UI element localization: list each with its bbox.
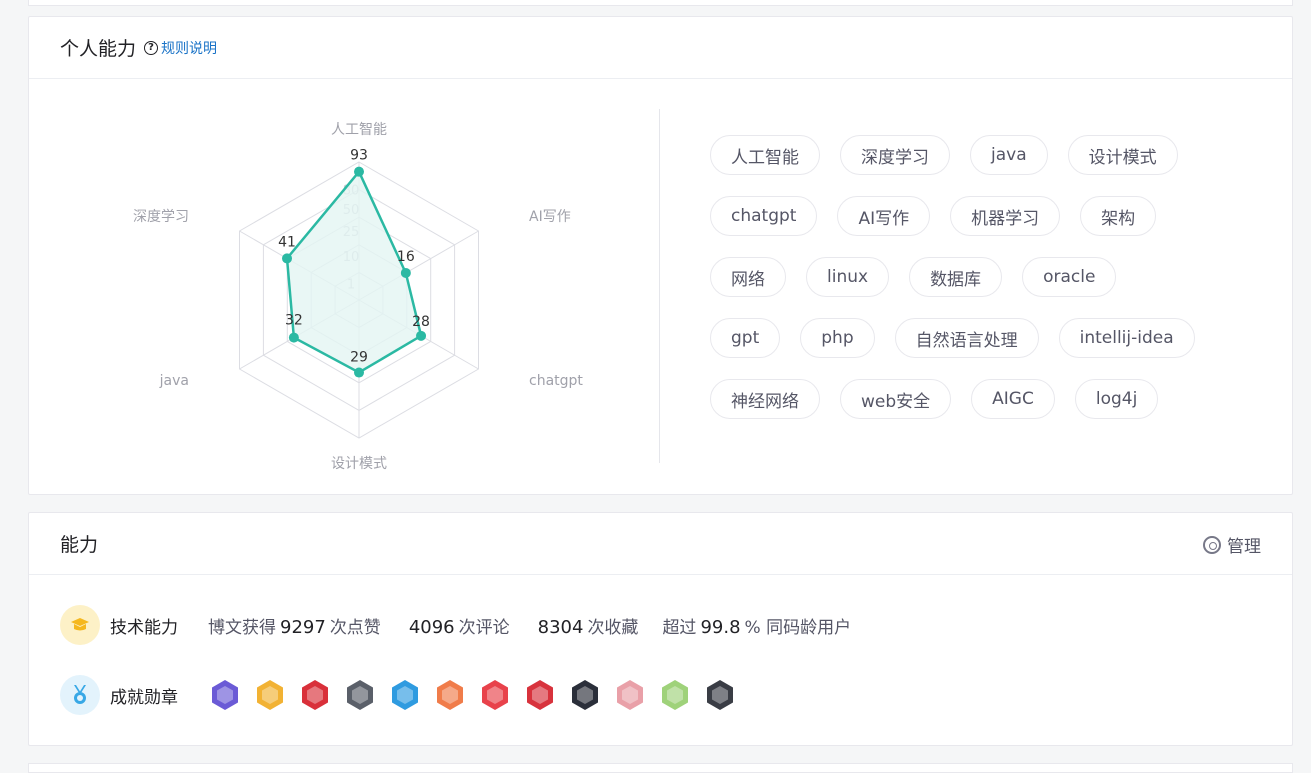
- dark-badge-icon[interactable]: [703, 678, 737, 712]
- radar-axis-label: 人工智能: [331, 122, 387, 138]
- skill-tag[interactable]: 机器学习: [950, 196, 1061, 236]
- likes-suffix: 次点赞: [329, 617, 381, 638]
- ability-title: 能力: [60, 534, 99, 556]
- exceed-percent: 99.8: [700, 616, 741, 638]
- tech-ability-label: 技术能力: [110, 617, 178, 638]
- radar-value-label: 32: [285, 313, 303, 329]
- personal-ability-title: 个人能力: [60, 38, 137, 60]
- radar-axis-label: chatgpt: [529, 373, 583, 389]
- skill-tag[interactable]: 网络: [710, 257, 786, 297]
- rules-link-label: 规则说明: [161, 40, 218, 57]
- blog-star-badge-icon[interactable]: [208, 678, 242, 712]
- graduation-cap-icon: [60, 605, 100, 645]
- pen-badge-icon[interactable]: [523, 678, 557, 712]
- radar-chart: 110255080931628293241人工智能AI写作chatgpt设计模式…: [29, 95, 659, 485]
- likes-stat: 博文获得 9297 次点赞: [208, 613, 381, 638]
- favorites-count: 8304: [537, 616, 584, 638]
- radar-axis-label: java: [159, 373, 189, 389]
- radar-axis-label: 设计模式: [331, 456, 387, 472]
- vertical-divider: [659, 109, 660, 463]
- 1024-red-badge-icon[interactable]: [298, 678, 332, 712]
- favorites-stat: 8304 次收藏: [534, 613, 639, 638]
- skill-tag[interactable]: web安全: [840, 379, 952, 419]
- ability-card: 能力 管理 技术能力 博文获得 9297 次点赞 4096 次评论 8304 次…: [28, 512, 1293, 746]
- skill-tag[interactable]: 数据库: [909, 257, 1003, 297]
- 1024-gold-badge-icon[interactable]: [253, 678, 287, 712]
- rules-link[interactable]: ? 规则说明: [144, 38, 217, 58]
- tag-row: 人工智能 深度学习 java 设计模式: [710, 135, 1270, 175]
- radar-data-point[interactable]: [416, 330, 427, 341]
- skill-tag-list: 人工智能 深度学习 java 设计模式 chatgpt AI写作 机器学习 架构网络 linux…: [710, 135, 1270, 440]
- github-badge-icon[interactable]: [343, 678, 377, 712]
- likes-prefix: 博文获得: [208, 617, 276, 638]
- skill-tag[interactable]: chatgpt: [710, 196, 818, 236]
- comments-count: 4096: [408, 616, 455, 638]
- manage-button[interactable]: 管理: [1203, 532, 1261, 557]
- skill-tag[interactable]: gpt: [710, 318, 781, 358]
- skill-tag[interactable]: AI写作: [837, 196, 931, 236]
- radar-value-label: 28: [412, 314, 430, 330]
- astronaut-badge-icon[interactable]: [568, 678, 602, 712]
- mascot-badge-icon[interactable]: [613, 678, 647, 712]
- skill-tag[interactable]: 神经网络: [710, 379, 820, 419]
- skill-tag[interactable]: php: [800, 318, 875, 358]
- skill-tag[interactable]: linux: [806, 257, 890, 297]
- tech-ability-row: 技术能力 博文获得 9297 次点赞 4096 次评论 8304 次收藏 超过 …: [60, 605, 851, 645]
- ability-header: 能力: [29, 513, 1292, 575]
- badge-list: [208, 678, 748, 712]
- tag-row: gpt php 自然语言处理 intellij-idea: [710, 318, 1270, 358]
- radar-data-point[interactable]: [400, 267, 411, 278]
- tag-row: 神经网络 web安全 AIGC log4j: [710, 379, 1270, 419]
- radar-axis-label: 深度学习: [133, 209, 189, 225]
- previous-card-edge: [28, 0, 1293, 6]
- skill-tag[interactable]: java: [970, 135, 1048, 175]
- tag-row: chatgpt AI写作 机器学习 架构: [710, 196, 1270, 236]
- radar-axis-label: AI写作: [529, 209, 571, 225]
- radar-data-point[interactable]: [354, 367, 364, 378]
- html5-badge-icon[interactable]: [658, 678, 692, 712]
- skill-tag[interactable]: intellij-idea: [1058, 318, 1195, 358]
- skill-tag[interactable]: 深度学习: [840, 135, 950, 175]
- exceed-stat: 超过 99.8 % 同码龄用户: [662, 613, 851, 638]
- radar-chart-svg: 110255080931628293241人工智能AI写作chatgpt设计模式…: [133, 122, 583, 472]
- question-circle-icon: ?: [144, 40, 159, 55]
- blue-chat-badge-icon[interactable]: [388, 678, 422, 712]
- achievements-row: 成就勋章: [60, 675, 748, 715]
- medal-icon: [60, 675, 100, 715]
- radar-value-label: 16: [397, 249, 415, 265]
- next-card-edge: [28, 763, 1293, 773]
- gear-icon: [1203, 535, 1221, 554]
- skill-tag[interactable]: log4j: [1074, 379, 1159, 419]
- skill-tag[interactable]: AIGC: [971, 379, 1055, 419]
- skill-tag[interactable]: 自然语言处理: [894, 318, 1039, 358]
- radar-value-label: 41: [278, 234, 296, 250]
- exceed-suffix: % 同码龄用户: [744, 617, 852, 638]
- favorites-suffix: 次收藏: [587, 617, 639, 638]
- comments-suffix: 次评论: [458, 617, 510, 638]
- book-badge-icon[interactable]: [433, 678, 467, 712]
- personal-ability-card: 个人能力 ? 规则说明 110255080931628293241人工智能AI写…: [28, 16, 1293, 495]
- radar-value-label: 93: [350, 148, 368, 164]
- tag-row: 网络 linux 数据库 oracle: [710, 257, 1270, 297]
- skill-tag[interactable]: oracle: [1022, 257, 1117, 297]
- skill-tag[interactable]: 设计模式: [1067, 135, 1178, 175]
- exceed-prefix: 超过: [662, 617, 697, 638]
- personal-ability-header: 个人能力 ? 规则说明: [29, 17, 1292, 79]
- skill-tag[interactable]: 架构: [1080, 196, 1157, 236]
- radar-value-label: 29: [350, 350, 368, 366]
- radar-data-point[interactable]: [354, 166, 364, 177]
- radar-data-point[interactable]: [288, 332, 299, 343]
- manage-label: 管理: [1227, 537, 1261, 557]
- achievements-label: 成就勋章: [110, 687, 178, 708]
- red-medal-badge-icon[interactable]: [478, 678, 512, 712]
- comments-stat: 4096 次评论: [405, 613, 510, 638]
- radar-data-point[interactable]: [282, 253, 293, 264]
- skill-tag[interactable]: 人工智能: [710, 135, 820, 175]
- likes-count: 9297: [280, 616, 326, 638]
